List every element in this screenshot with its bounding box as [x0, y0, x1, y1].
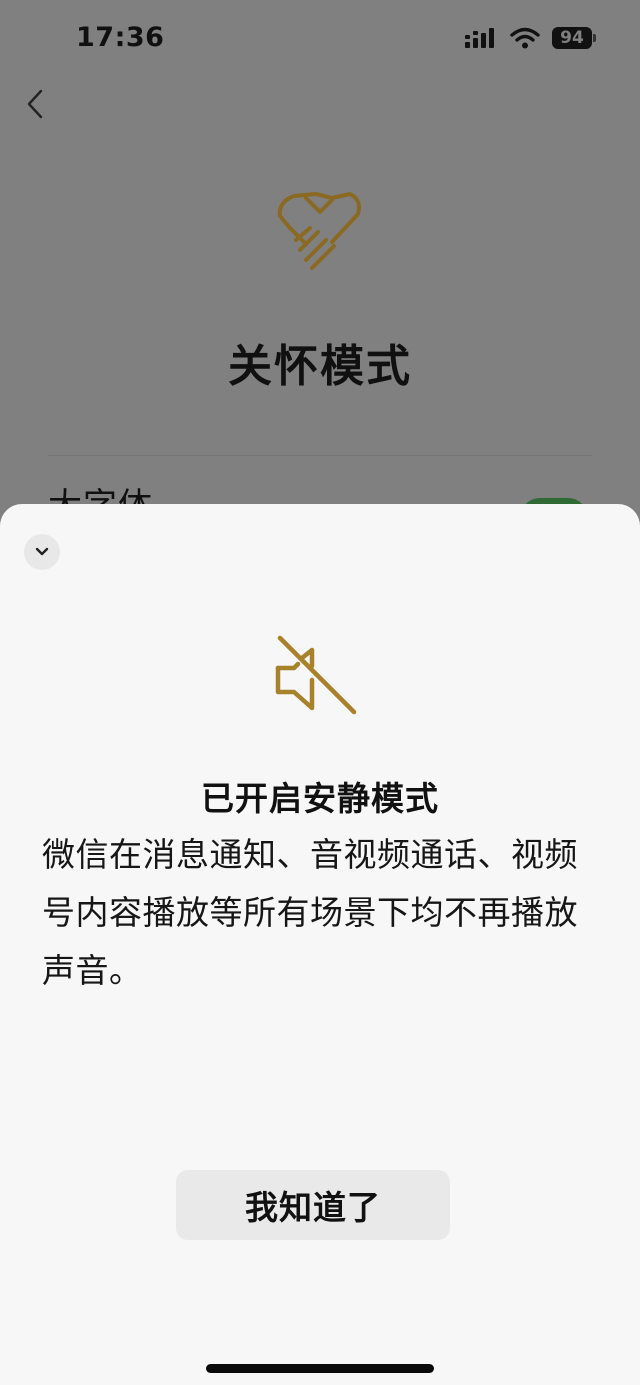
back-chevron-icon: [27, 89, 43, 119]
sheet-title: 已开启安静模式: [201, 779, 439, 818]
sheet-description: 微信在消息通知、音视频通话、视频号内容播放等所有场景下均不再播放声音。: [42, 835, 578, 990]
battery-icon: 94: [552, 27, 596, 49]
back-button[interactable]: [18, 84, 52, 124]
divider: [48, 455, 592, 456]
speaker-muted-icon: [275, 635, 357, 715]
wifi-icon: [510, 27, 540, 49]
signal-icon: [465, 28, 494, 48]
quiet-mode-sheet: 已开启安静模式 微信在消息通知、音视频通话、视频号内容播放等所有场景下均不再播放…: [0, 504, 640, 1385]
page-title: 关怀模式: [228, 341, 412, 392]
care-mode-hand-heart-icon: [277, 192, 361, 270]
status-time: 17:36: [76, 22, 165, 53]
collapse-button[interactable]: [24, 534, 60, 570]
battery-level: 94: [552, 27, 592, 49]
home-indicator[interactable]: [206, 1364, 434, 1373]
battery-tip: [593, 34, 596, 42]
got-it-button[interactable]: 我知道了: [176, 1170, 450, 1240]
status-bar: 17:36 94: [0, 0, 640, 80]
status-indicators: 94: [464, 26, 596, 50]
chevron-down-icon: [35, 547, 49, 556]
